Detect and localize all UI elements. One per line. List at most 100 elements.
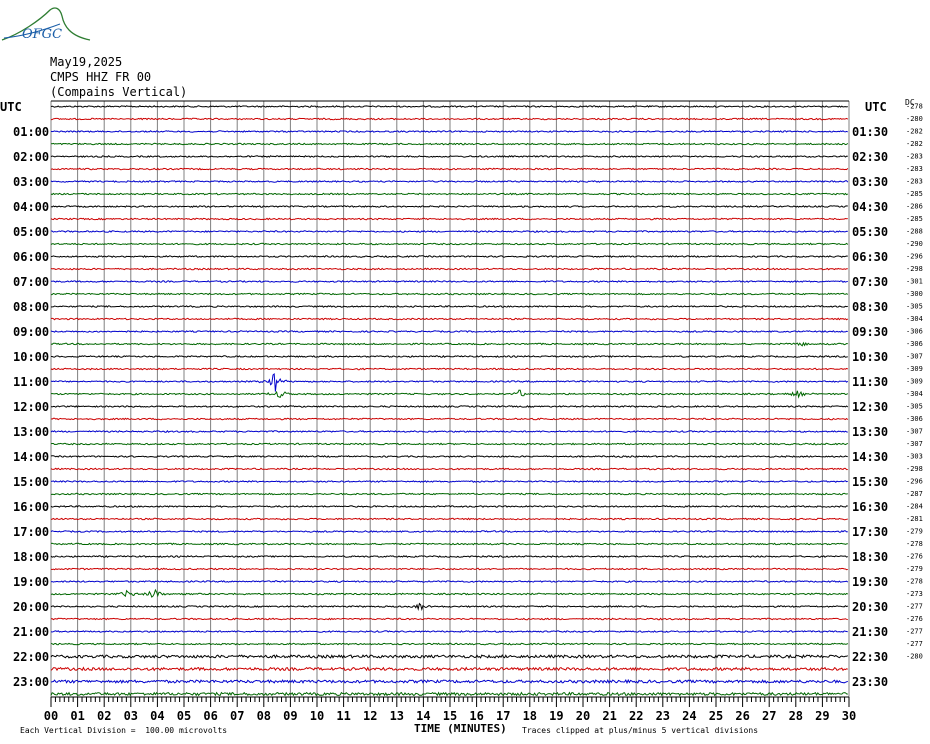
dc-offset-label: -277 [906, 603, 923, 611]
right-hour-label: 18:30 [852, 550, 888, 564]
scale-note: Each Vertical Division = 100.00 microvol… [20, 726, 228, 735]
helicorder-chart: 01:00 02:00 03:00 04:00 05:00 06:00 07:00 08:00… [1, 7, 923, 723]
trace-line-41 [50, 617, 848, 621]
right-hour-label: 19:30 [852, 575, 888, 589]
dc-offset-label: -309 [906, 378, 923, 386]
x-tick-label: 08 [257, 709, 271, 723]
dc-offset-label: -287 [906, 490, 923, 498]
trace-line-11 [50, 242, 849, 246]
trace-line-32 [50, 505, 848, 508]
station-label: CMPS HHZ FR 00 [50, 70, 152, 84]
trace-line-31 [50, 492, 848, 496]
left-hour-label: 01:00 [13, 125, 49, 139]
x-tick-label: 04 [150, 709, 164, 723]
trace-line-15 [50, 292, 849, 296]
dc-offset-label: -279 [906, 565, 923, 573]
x-tick-label: 27 [762, 709, 776, 723]
dc-offset-label: -300 [906, 290, 923, 298]
dc-offset-label: -279 [906, 528, 923, 536]
dc-offset-label: -282 [906, 140, 923, 148]
trace-line-5 [50, 167, 849, 171]
right-hour-label: 02:30 [852, 150, 888, 164]
x-tick-label: 18 [523, 709, 537, 723]
x-tick-label: 30 [842, 709, 856, 723]
trace-line-25 [50, 417, 849, 421]
dc-offset-label: -281 [906, 515, 923, 523]
dc-offset-label: -283 [906, 153, 923, 161]
x-tick-label: 01 [70, 709, 84, 723]
x-axis-label: TIME (MINUTES) [414, 722, 507, 735]
right-hour-label: 09:30 [852, 325, 888, 339]
left-hour-label: 09:00 [13, 325, 49, 339]
date-label: May19,2025 [50, 55, 123, 69]
right-hour-label: 07:30 [852, 275, 888, 289]
left-hour-label: 15:00 [13, 475, 49, 489]
x-tick-label: 17 [496, 709, 510, 723]
dc-offset-label: -296 [906, 253, 923, 261]
x-tick-label: 26 [735, 709, 749, 723]
dc-offset-label: -277 [906, 640, 923, 648]
trace-line-3 [50, 142, 849, 146]
dc-offset-label: -278 [906, 540, 923, 548]
dc-offset-label: -298 [906, 265, 923, 273]
dc-offset-label: -282 [906, 128, 923, 136]
trace-line-38 [50, 580, 849, 583]
trace-line-10 [50, 230, 848, 233]
dc-offset-label: -306 [906, 415, 923, 423]
right-hour-label: 10:30 [852, 350, 888, 364]
logo-text: OFGC [22, 27, 63, 42]
x-tick-label: 05 [177, 709, 191, 723]
trace-line-33 [50, 517, 848, 521]
dc-offset-label: -307 [906, 440, 923, 448]
dc-offset-label: -277 [906, 628, 923, 636]
minute-grid [50, 100, 850, 698]
dc-offset-label: -309 [906, 365, 923, 373]
trace-line-27 [50, 442, 849, 446]
x-tick-label: 11 [336, 709, 350, 723]
left-hour-label: 18:00 [13, 550, 49, 564]
x-tick-label: 13 [390, 709, 404, 723]
right-hour-label: 17:30 [852, 525, 888, 539]
dc-offset-label: -304 [906, 315, 923, 323]
trace-line-23 [50, 389, 849, 399]
x-tick-label: 21 [602, 709, 616, 723]
right-utc-label: UTC [865, 100, 887, 114]
trace-line-16 [50, 305, 848, 308]
dc-offset-label: -305 [906, 303, 923, 311]
trace-line-17 [50, 317, 849, 321]
dc-offsets: -278 -280 -282 -282 -283 -283 -283 -285 -286 -285… [906, 103, 923, 661]
x-tick-label: 06 [203, 709, 217, 723]
right-hour-label: 15:30 [852, 475, 888, 489]
dc-offset-label: -276 [906, 615, 923, 623]
trace-line-39 [50, 588, 848, 598]
left-hour-label: 03:00 [13, 175, 49, 189]
trace-line-4 [50, 155, 848, 158]
left-hour-label: 17:00 [13, 525, 49, 539]
trace-line-44 [50, 654, 848, 659]
x-tick-label: 09 [283, 709, 297, 723]
station-name-label: (Compains Vertical) [50, 85, 188, 99]
left-hour-label: 11:00 [13, 375, 49, 389]
trace-line-6 [50, 180, 849, 183]
right-hour-label: 16:30 [852, 500, 888, 514]
right-hour-label: 23:30 [852, 675, 888, 689]
left-utc-label: UTC [0, 100, 22, 114]
x-tick-label: 16 [469, 709, 483, 723]
trace-line-13 [50, 267, 848, 271]
trace-line-8 [50, 205, 848, 208]
trace-line-37 [50, 567, 848, 571]
dc-offset-label: -301 [906, 278, 923, 286]
clip-note: Traces clipped at plus/minus 5 vertical … [522, 726, 759, 735]
trace-line-43 [50, 642, 849, 646]
right-hour-label: 13:30 [852, 425, 888, 439]
left-hour-label: 02:00 [13, 150, 49, 164]
trace-line-12 [50, 255, 848, 258]
right-hour-label: 11:30 [852, 375, 888, 389]
trace-line-18 [50, 330, 848, 333]
left-hour-label: 13:00 [13, 425, 49, 439]
dc-offset-label: -273 [906, 590, 923, 598]
dc-offset-label: -307 [906, 353, 923, 361]
right-hour-label: 03:30 [852, 175, 888, 189]
dc-offset-label: -283 [906, 178, 923, 186]
trace-line-7 [50, 192, 849, 196]
